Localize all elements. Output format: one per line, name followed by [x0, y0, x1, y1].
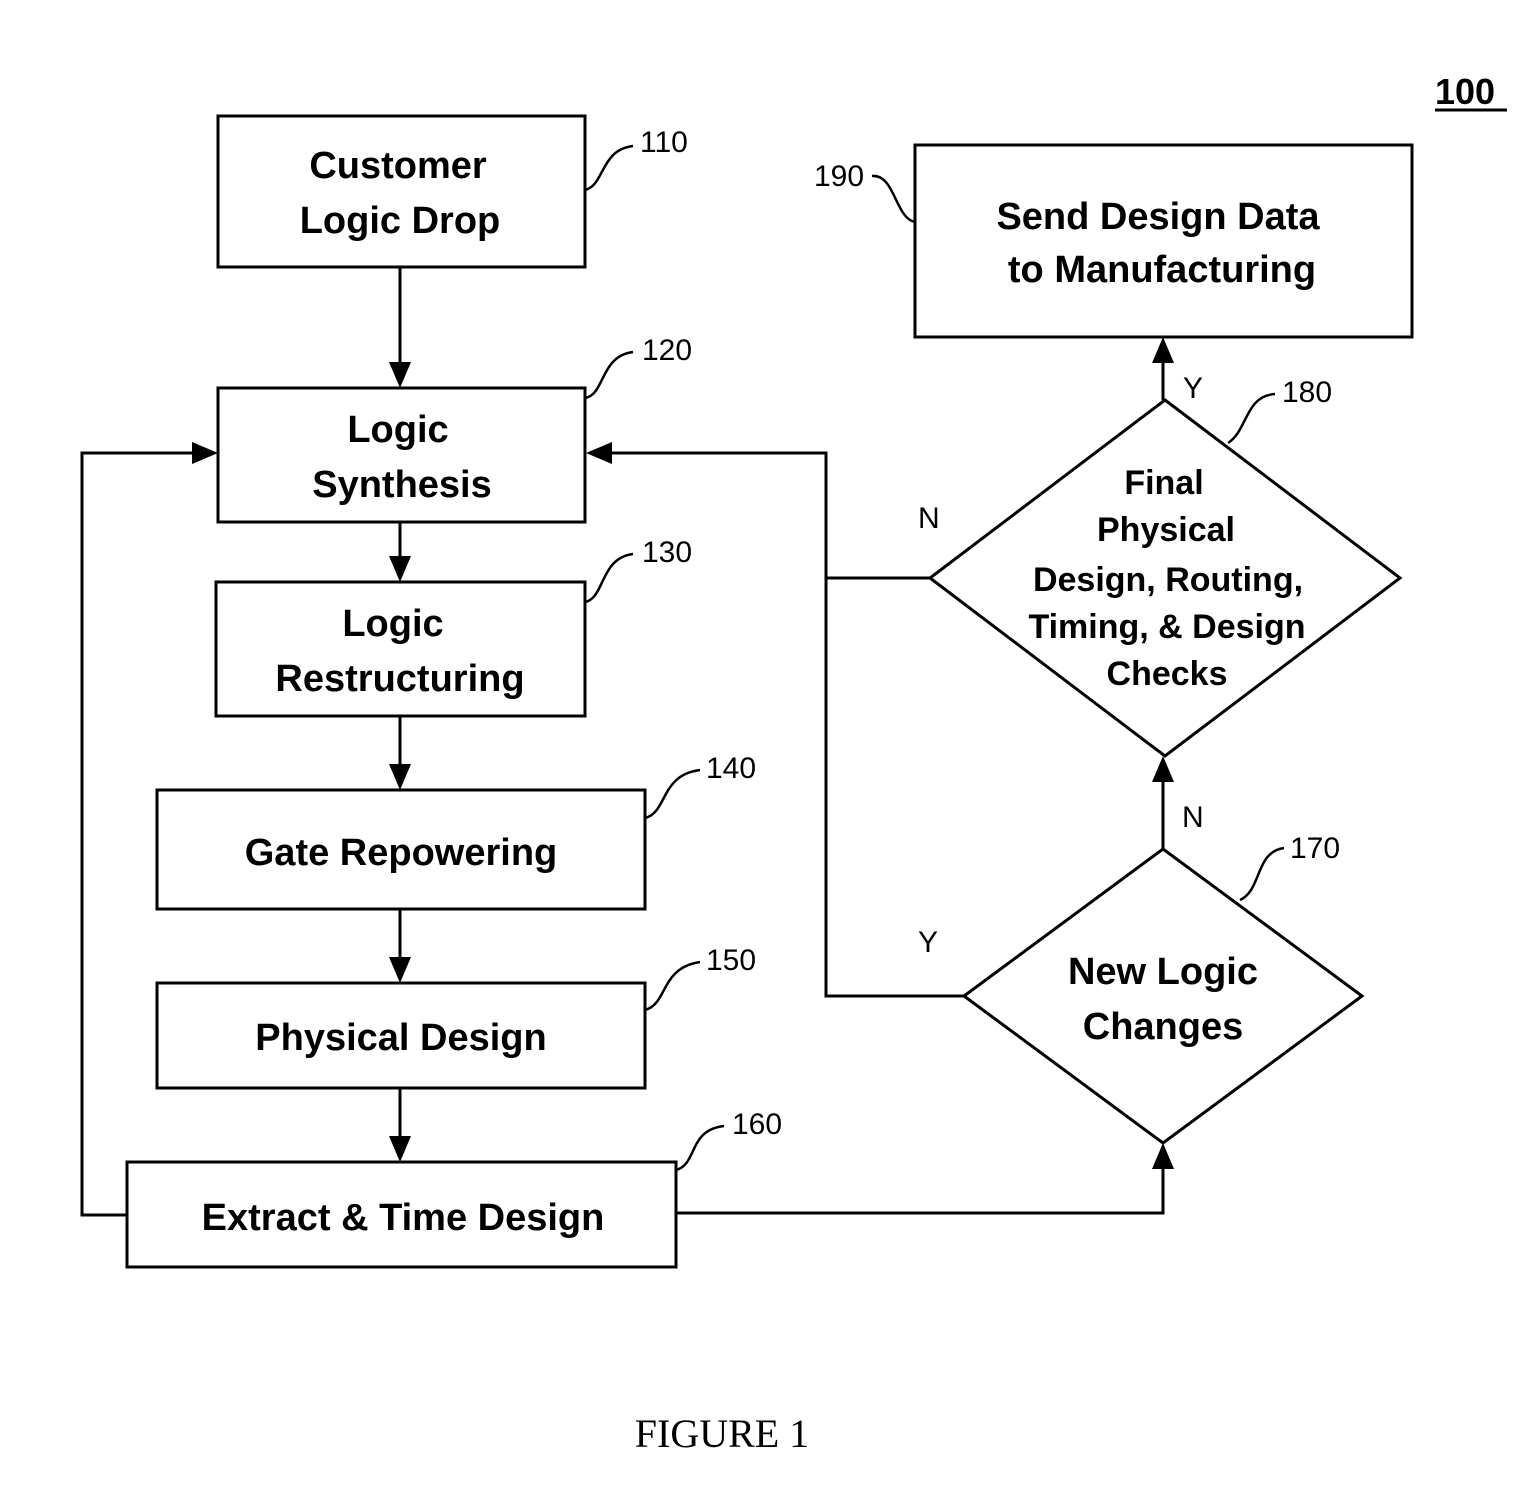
connector-170-yes-to-120 — [586, 442, 964, 998]
node-140-gate-repowering: Gate Repowering — [155, 788, 647, 911]
node-170-line-1: New Logic — [1068, 951, 1258, 993]
node-150-physical-design: Physical Design — [155, 981, 647, 1090]
ref-150: 150 — [644, 944, 756, 1012]
node-160-extract-time-design: Extract & Time Design — [125, 1160, 678, 1269]
node-120-line-1: Logic — [347, 409, 448, 451]
connector-150-to-160 — [389, 1088, 411, 1162]
node-120-line-2: Synthesis — [312, 464, 492, 506]
node-180-line-2: Physical — [1097, 511, 1235, 549]
ref-150-number: 150 — [706, 944, 756, 977]
ref-180-number: 180 — [1282, 376, 1332, 409]
node-190-send-to-manufacturing: Send Design Data to Manufacturing — [913, 143, 1414, 339]
ref-190-number: 190 — [814, 160, 864, 193]
ref-130: 130 — [584, 536, 692, 604]
node-180-final-checks-decision: Final Physical Design, Routing, Timing, … — [927, 398, 1403, 758]
node-180-line-5: Checks — [1107, 655, 1228, 693]
node-130-logic-restructuring: Logic Restructuring — [214, 580, 587, 718]
figure-caption: FIGURE 1 — [635, 1411, 809, 1456]
node-170-line-2: Changes — [1083, 1006, 1243, 1048]
ref-170-number: 170 — [1290, 832, 1340, 865]
edge-label-170-no: N — [1182, 801, 1204, 834]
node-170-new-logic-changes-decision: New Logic Changes — [961, 847, 1365, 1145]
node-110-line-1: Customer — [309, 145, 487, 187]
node-180-line-3: Design, Routing, — [1033, 561, 1303, 599]
edge-label-180-yes: Y — [1183, 372, 1203, 405]
edge-label-170-yes: Y — [918, 926, 938, 959]
ref-110: 110 — [584, 126, 688, 192]
connector-110-to-120 — [389, 267, 411, 388]
node-130-line-2: Restructuring — [275, 658, 524, 700]
ref-120: 120 — [584, 334, 692, 400]
node-190-line-1: Send Design Data — [996, 196, 1320, 238]
ref-170: 170 — [1239, 832, 1340, 902]
connector-160-to-170 — [676, 1143, 1174, 1215]
ref-110-number: 110 — [640, 126, 688, 159]
node-190-line-2: to Manufacturing — [1008, 249, 1316, 291]
edge-label-180-no: N — [918, 502, 940, 535]
node-160-line-1: Extract & Time Design — [202, 1197, 605, 1239]
connector-170-no-to-180 — [1152, 756, 1174, 849]
connector-130-to-140 — [389, 716, 411, 790]
figure-number: 100 — [1435, 71, 1495, 112]
connector-140-to-150 — [389, 909, 411, 983]
node-140-line-1: Gate Repowering — [245, 832, 558, 874]
ref-120-number: 120 — [642, 334, 692, 367]
ref-140: 140 — [644, 752, 756, 820]
node-120-logic-synthesis: Logic Synthesis — [216, 386, 587, 524]
ref-160: 160 — [675, 1108, 782, 1172]
node-110-customer-logic-drop: Customer Logic Drop — [216, 114, 587, 269]
ref-130-number: 130 — [642, 536, 692, 569]
ref-140-number: 140 — [706, 752, 756, 785]
flowchart: 100 Customer Logic Drop Logic Synthesis … — [80, 71, 1507, 1456]
node-110-line-2: Logic Drop — [300, 200, 501, 242]
node-130-line-1: Logic — [342, 603, 443, 645]
connector-180-yes-to-190 — [1152, 337, 1174, 400]
node-180-line-1: Final — [1124, 464, 1203, 502]
node-150-line-1: Physical Design — [255, 1017, 546, 1059]
connector-120-to-130 — [389, 522, 411, 582]
ref-160-number: 160 — [732, 1108, 782, 1141]
ref-190: 190 — [814, 160, 916, 224]
node-180-line-4: Timing, & Design — [1028, 608, 1305, 646]
ref-180: 180 — [1227, 376, 1332, 445]
